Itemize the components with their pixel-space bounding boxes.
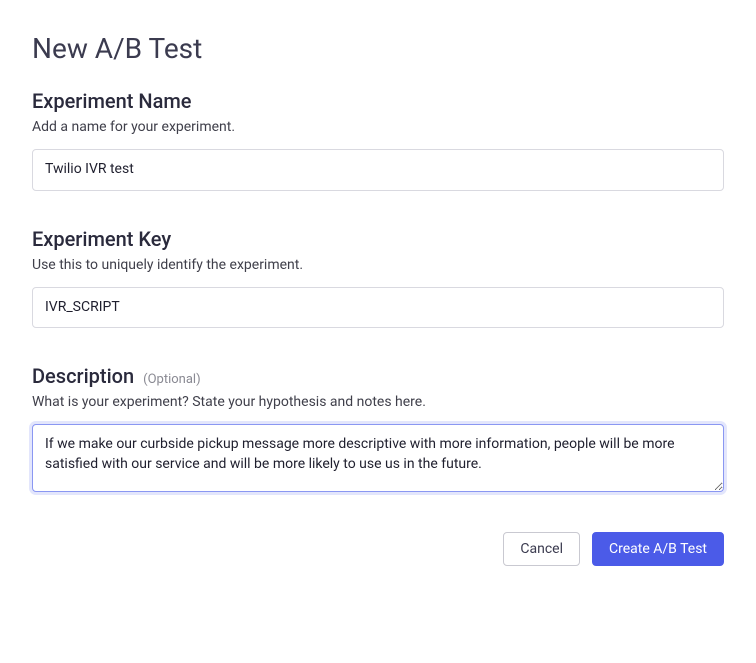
page-title: New A/B Test <box>32 32 724 65</box>
experiment-key-heading: Experiment Key <box>32 227 724 251</box>
experiment-key-section: Experiment Key Use this to uniquely iden… <box>32 227 724 329</box>
description-section: Description (Optional) What is your expe… <box>32 364 724 496</box>
button-row: Cancel Create A/B Test <box>32 532 724 566</box>
experiment-name-section: Experiment Name Add a name for your expe… <box>32 89 724 191</box>
experiment-name-subtext: Add a name for your experiment. <box>32 119 724 135</box>
description-optional-label: (Optional) <box>143 372 200 387</box>
description-subtext: What is your experiment? State your hypo… <box>32 394 724 410</box>
cancel-button[interactable]: Cancel <box>503 532 580 566</box>
experiment-name-input[interactable] <box>32 149 724 191</box>
description-textarea[interactable]: If we make our curbside pickup message m… <box>32 424 724 492</box>
experiment-key-input[interactable] <box>32 287 724 329</box>
create-ab-test-button[interactable]: Create A/B Test <box>592 532 724 566</box>
description-heading: Description (Optional) <box>32 364 724 388</box>
description-heading-text: Description <box>32 364 134 388</box>
experiment-key-subtext: Use this to uniquely identify the experi… <box>32 257 724 273</box>
experiment-name-heading: Experiment Name <box>32 89 724 113</box>
